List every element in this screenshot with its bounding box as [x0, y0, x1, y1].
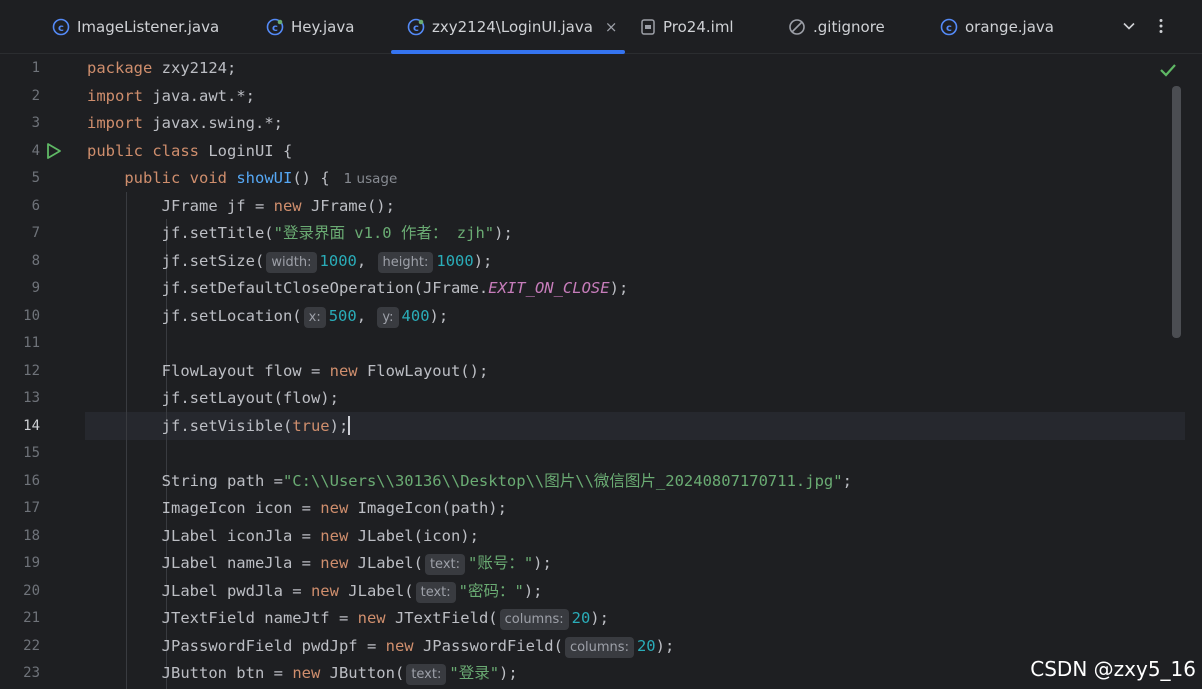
param-hint: text:	[406, 664, 447, 685]
more-vertical-icon[interactable]	[1149, 14, 1173, 38]
line-number: 5	[31, 170, 40, 186]
line-number: 11	[23, 335, 40, 351]
code-line: JPasswordField pwdJpf = new JPasswordFie…	[87, 633, 674, 661]
param-hint: width:	[266, 251, 317, 273]
code-line: public class LoginUI {	[87, 141, 293, 160]
line-number: 10	[23, 307, 40, 324]
java-class-icon: c	[266, 18, 284, 36]
close-icon[interactable]: ×	[605, 18, 618, 36]
code-line: JLabel iconJla = new JLabel(icon);	[87, 526, 479, 545]
code-line: JLabel nameJla = new JLabel(text: "账号：");	[87, 550, 552, 578]
tab-label: zxy2124\LoginUI.java	[432, 17, 593, 36]
tab-label: Pro24.iml	[663, 17, 734, 36]
chevron-down-icon[interactable]	[1117, 14, 1141, 38]
svg-text:c: c	[946, 23, 952, 34]
line-number: 14	[23, 417, 40, 434]
code-line: jf.setLayout(flow);	[87, 389, 339, 407]
editor-tab-bar: c ImageListener.java c Hey.java c zxy212…	[0, 0, 1202, 54]
code-line: import java.awt.*;	[87, 86, 255, 105]
watermark: CSDN @zxy5_16	[1030, 657, 1196, 681]
tab-label: .gitignore	[813, 17, 885, 36]
code-line: import javax.swing.*;	[87, 114, 283, 132]
line-number: 7	[31, 225, 40, 241]
code-line: JFrame jf = new JFrame();	[87, 196, 395, 215]
svg-text:c: c	[58, 23, 64, 34]
line-number: 6	[31, 197, 40, 214]
line-number: 15	[23, 445, 40, 461]
line-number-gutter: 1 2 3 4 5 6 7 8 9 10 11 12 13 14 15 16 1…	[0, 54, 72, 689]
line-number: 23	[23, 665, 40, 681]
code-line: jf.setDefaultCloseOperation(JFrame.EXIT_…	[87, 279, 629, 297]
code-line: FlowLayout flow = new FlowLayout();	[87, 361, 489, 380]
code-line: jf.setTitle("登录界面 v1.0 作者： zjh");	[87, 224, 513, 242]
code-line: JTextField nameJtf = new JTextField(colu…	[87, 605, 609, 633]
param-hint: columns:	[499, 609, 569, 630]
tab-label: orange.java	[965, 17, 1054, 36]
param-hint: columns:	[564, 636, 634, 658]
java-class-icon: c	[940, 18, 958, 36]
svg-text:c: c	[413, 23, 419, 34]
code-line: JButton btn = new JButton(text: "登录");	[87, 660, 518, 688]
line-number: 17	[23, 500, 40, 516]
line-number: 2	[31, 87, 40, 104]
param-hint: y:	[377, 306, 399, 328]
code-line: JLabel pwdJla = new JLabel(text: "密码：");	[87, 578, 543, 606]
line-number: 20	[23, 582, 40, 599]
code-line: String path ="C:\\Users\\30136\\Desktop\…	[87, 471, 852, 490]
code-line-current: jf.setVisible(true);	[87, 415, 351, 435]
line-number: 19	[23, 555, 40, 571]
line-number: 13	[23, 390, 40, 406]
no-problems-check-icon[interactable]	[1159, 62, 1177, 82]
line-number: 22	[23, 637, 40, 654]
vertical-scrollbar[interactable]	[1172, 86, 1181, 338]
code-line: public void showUI() {1 usage	[124, 169, 398, 187]
tab-gitignore[interactable]: .gitignore	[788, 0, 885, 53]
ignore-file-icon	[788, 18, 806, 36]
code-line: package zxy2124;	[87, 59, 237, 77]
code-line: jf.setSize(width: 1000, height: 1000);	[87, 248, 492, 276]
code-line: ImageIcon icon = new ImageIcon(path);	[87, 499, 507, 517]
param-hint: text:	[415, 581, 456, 603]
line-number: 16	[23, 472, 40, 489]
line-number: 18	[23, 527, 40, 544]
tab-orange[interactable]: c orange.java	[940, 0, 1054, 53]
text-caret	[348, 415, 351, 435]
tab-imagelistener[interactable]: c ImageListener.java	[52, 0, 219, 53]
run-gutter-icon[interactable]	[46, 142, 62, 164]
line-number: 21	[23, 610, 40, 626]
line-number: 12	[23, 362, 40, 379]
java-class-icon: c	[52, 18, 70, 36]
code-line: jf.setLocation(x: 500, y: 400);	[87, 303, 448, 331]
tab-hey[interactable]: c Hey.java	[266, 0, 354, 53]
code-editor[interactable]: 1 2 3 4 5 6 7 8 9 10 11 12 13 14 15 16 1…	[0, 54, 1202, 689]
param-hint: text:	[424, 554, 465, 575]
line-number: 3	[31, 115, 40, 131]
line-number: 8	[31, 252, 40, 269]
svg-text:c: c	[272, 23, 278, 34]
param-hint: x:	[303, 306, 326, 328]
module-file-icon	[640, 18, 656, 36]
usage-hint[interactable]: 1 usage	[344, 171, 398, 187]
tab-label: Hey.java	[291, 17, 355, 36]
line-number: 4	[31, 142, 40, 159]
code-area[interactable]: package zxy2124; import java.awt.*; impo…	[87, 54, 1202, 689]
java-class-icon: c	[407, 18, 425, 36]
tab-label: ImageListener.java	[77, 17, 220, 36]
tab-loginui-active[interactable]: c zxy2124\LoginUI.java ×	[391, 0, 625, 54]
tab-pro24-iml[interactable]: Pro24.iml	[640, 0, 734, 53]
line-number: 9	[31, 280, 40, 296]
line-number: 1	[31, 60, 40, 76]
param-hint: height:	[377, 251, 434, 273]
